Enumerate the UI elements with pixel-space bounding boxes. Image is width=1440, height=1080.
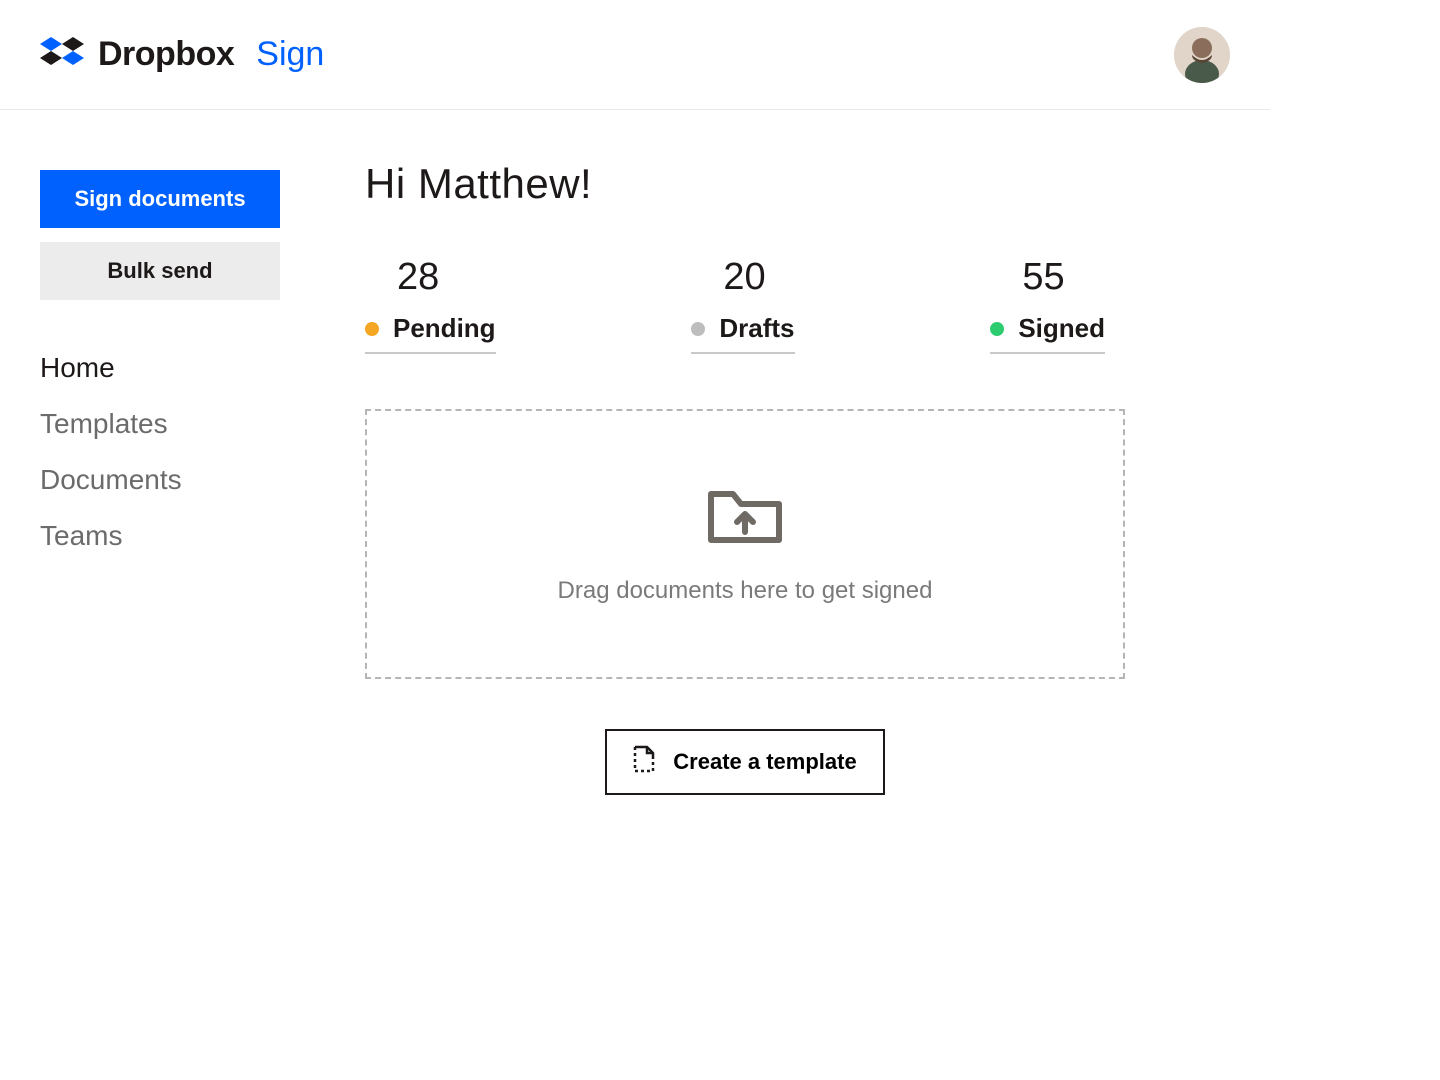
brand-logo[interactable]: Dropbox Sign bbox=[40, 35, 324, 74]
status-dot-signed bbox=[990, 322, 1004, 336]
user-avatar[interactable] bbox=[1174, 27, 1230, 83]
bulk-send-button[interactable]: Bulk send bbox=[40, 242, 280, 300]
nav-templates[interactable]: Templates bbox=[40, 396, 285, 452]
main-content: Hi Matthew! 28 Pending 20 Drafts 55 bbox=[325, 110, 1270, 795]
stat-pending-label: Pending bbox=[393, 313, 496, 344]
sign-documents-button[interactable]: Sign documents bbox=[40, 170, 280, 228]
stats-row: 28 Pending 20 Drafts 55 Signed bbox=[365, 256, 1105, 354]
create-template-button[interactable]: Create a template bbox=[605, 729, 884, 795]
stat-signed-label: Signed bbox=[1018, 313, 1105, 344]
stat-drafts-label: Drafts bbox=[719, 313, 794, 344]
sidebar: Sign documents Bulk send Home Templates … bbox=[0, 110, 325, 795]
top-header: Dropbox Sign bbox=[0, 0, 1270, 110]
stat-signed-value: 55 bbox=[990, 256, 1105, 299]
create-template-label: Create a template bbox=[673, 749, 856, 775]
nav-documents[interactable]: Documents bbox=[40, 452, 285, 508]
upload-dropzone[interactable]: Drag documents here to get signed bbox=[365, 409, 1125, 679]
stat-drafts-value: 20 bbox=[691, 256, 794, 299]
status-dot-pending bbox=[365, 322, 379, 336]
dropbox-icon bbox=[40, 37, 84, 73]
dropzone-text: Drag documents here to get signed bbox=[558, 577, 933, 605]
stat-pending-value: 28 bbox=[365, 256, 496, 299]
brand-name: Dropbox bbox=[98, 35, 234, 74]
stat-pending[interactable]: 28 Pending bbox=[365, 256, 496, 354]
status-dot-drafts bbox=[691, 322, 705, 336]
upload-folder-icon bbox=[705, 484, 785, 553]
greeting-text: Hi Matthew! bbox=[365, 160, 1220, 208]
stat-signed[interactable]: 55 Signed bbox=[990, 256, 1105, 354]
brand-product: Sign bbox=[256, 35, 324, 74]
template-file-icon bbox=[633, 745, 655, 779]
stat-drafts[interactable]: 20 Drafts bbox=[691, 256, 794, 354]
nav-teams[interactable]: Teams bbox=[40, 508, 285, 564]
nav-home[interactable]: Home bbox=[40, 340, 285, 396]
sidebar-nav: Home Templates Documents Teams bbox=[40, 340, 285, 564]
